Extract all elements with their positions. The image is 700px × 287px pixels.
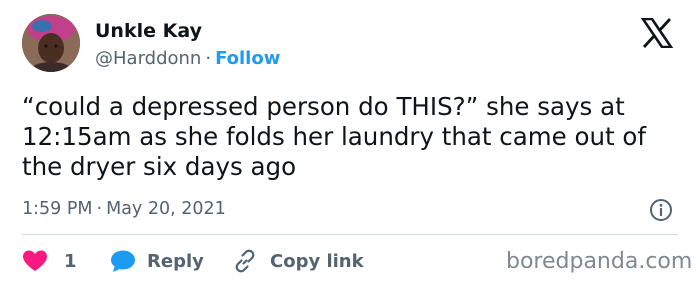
like-button[interactable]: 1 bbox=[22, 246, 77, 276]
handle-separator: · bbox=[205, 48, 212, 69]
reply-label: Reply bbox=[147, 250, 204, 272]
follow-button[interactable]: Follow bbox=[215, 48, 280, 69]
info-icon[interactable] bbox=[649, 198, 673, 222]
divider bbox=[22, 234, 678, 235]
like-count: 1 bbox=[64, 250, 77, 272]
avatar[interactable] bbox=[22, 14, 80, 72]
heart-icon bbox=[23, 250, 47, 271]
reply-button[interactable]: Reply bbox=[110, 246, 204, 276]
tweet-date: May 20, 2021 bbox=[106, 199, 226, 219]
copy-link-label: Copy link bbox=[270, 250, 364, 272]
x-logo-icon[interactable] bbox=[641, 18, 673, 48]
tweet-timestamp[interactable]: 1:59 PM · May 20, 2021 bbox=[22, 199, 226, 219]
speech-bubble-icon bbox=[111, 250, 135, 272]
author-handle-row: @Harddonn · Follow bbox=[95, 48, 280, 69]
watermark: boredpanda.com bbox=[506, 249, 693, 274]
timestamp-separator: · bbox=[96, 199, 103, 219]
copy-link-button[interactable]: Copy link bbox=[232, 246, 364, 276]
tweet-time: 1:59 PM bbox=[22, 199, 93, 219]
author-name[interactable]: Unkle Kay bbox=[95, 20, 202, 42]
avatar-image bbox=[22, 14, 80, 72]
tweet-text: “could a depressed person do THIS?” she … bbox=[22, 92, 647, 181]
link-icon bbox=[235, 249, 255, 273]
author-handle[interactable]: @Harddonn bbox=[95, 48, 201, 69]
